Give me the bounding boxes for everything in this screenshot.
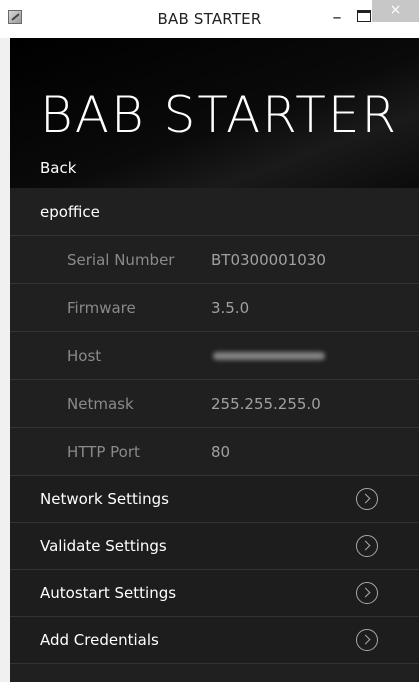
menu-item-label: Validate Settings — [40, 537, 167, 555]
info-label: Serial Number — [67, 251, 175, 269]
info-label: HTTP Port — [67, 443, 140, 461]
info-row-firmware: Firmware 3.5.0 — [10, 284, 419, 332]
page-title: BAB STARTER — [40, 86, 399, 144]
header-banner: BAB STARTER Back — [10, 38, 419, 188]
chevron-right-circle-icon[interactable] — [356, 629, 378, 651]
title-bar: BAB STARTER – × — [0, 0, 419, 38]
info-label: Host — [67, 347, 102, 365]
main-content: BAB STARTER Back epoffice Serial Number … — [10, 38, 419, 682]
info-value: 3.5.0 — [211, 299, 250, 317]
info-label: Firmware — [67, 299, 136, 317]
close-button[interactable]: × — [372, 0, 419, 22]
window-border — [0, 38, 10, 682]
info-value: BT0300001030 — [211, 251, 326, 269]
menu-item-label: Network Settings — [40, 490, 169, 508]
info-row-netmask: Netmask 255.255.255.0 — [10, 380, 419, 428]
menu-item-network-settings[interactable]: Network Settings — [10, 476, 419, 523]
info-value: 80 — [211, 443, 231, 461]
menu-item-add-credentials[interactable]: Add Credentials — [10, 617, 419, 664]
info-row-serial-number: Serial Number BT0300001030 — [10, 236, 419, 284]
menu-item-autostart-settings[interactable]: Autostart Settings — [10, 570, 419, 617]
host-value-redacted — [213, 352, 325, 360]
chevron-right-circle-icon[interactable] — [356, 582, 378, 604]
device-name: epoffice — [40, 203, 100, 221]
chevron-right-circle-icon[interactable] — [356, 488, 378, 510]
menu-item-label: Autostart Settings — [40, 584, 177, 602]
maximize-button[interactable] — [357, 10, 371, 22]
back-link[interactable]: Back — [40, 159, 76, 177]
chevron-right-circle-icon[interactable] — [356, 535, 378, 557]
info-row-host: Host — [10, 332, 419, 380]
app-window: BAB STARTER – × BAB STARTER Back epoffic… — [0, 0, 419, 682]
info-value: 255.255.255.0 — [211, 395, 321, 413]
info-label: Netmask — [67, 395, 134, 413]
menu-item-validate-settings[interactable]: Validate Settings — [10, 523, 419, 570]
minimize-button[interactable]: – — [327, 9, 347, 30]
device-group-header: epoffice — [10, 188, 419, 236]
info-row-http-port: HTTP Port 80 — [10, 428, 419, 476]
menu-item-label: Add Credentials — [40, 631, 159, 649]
